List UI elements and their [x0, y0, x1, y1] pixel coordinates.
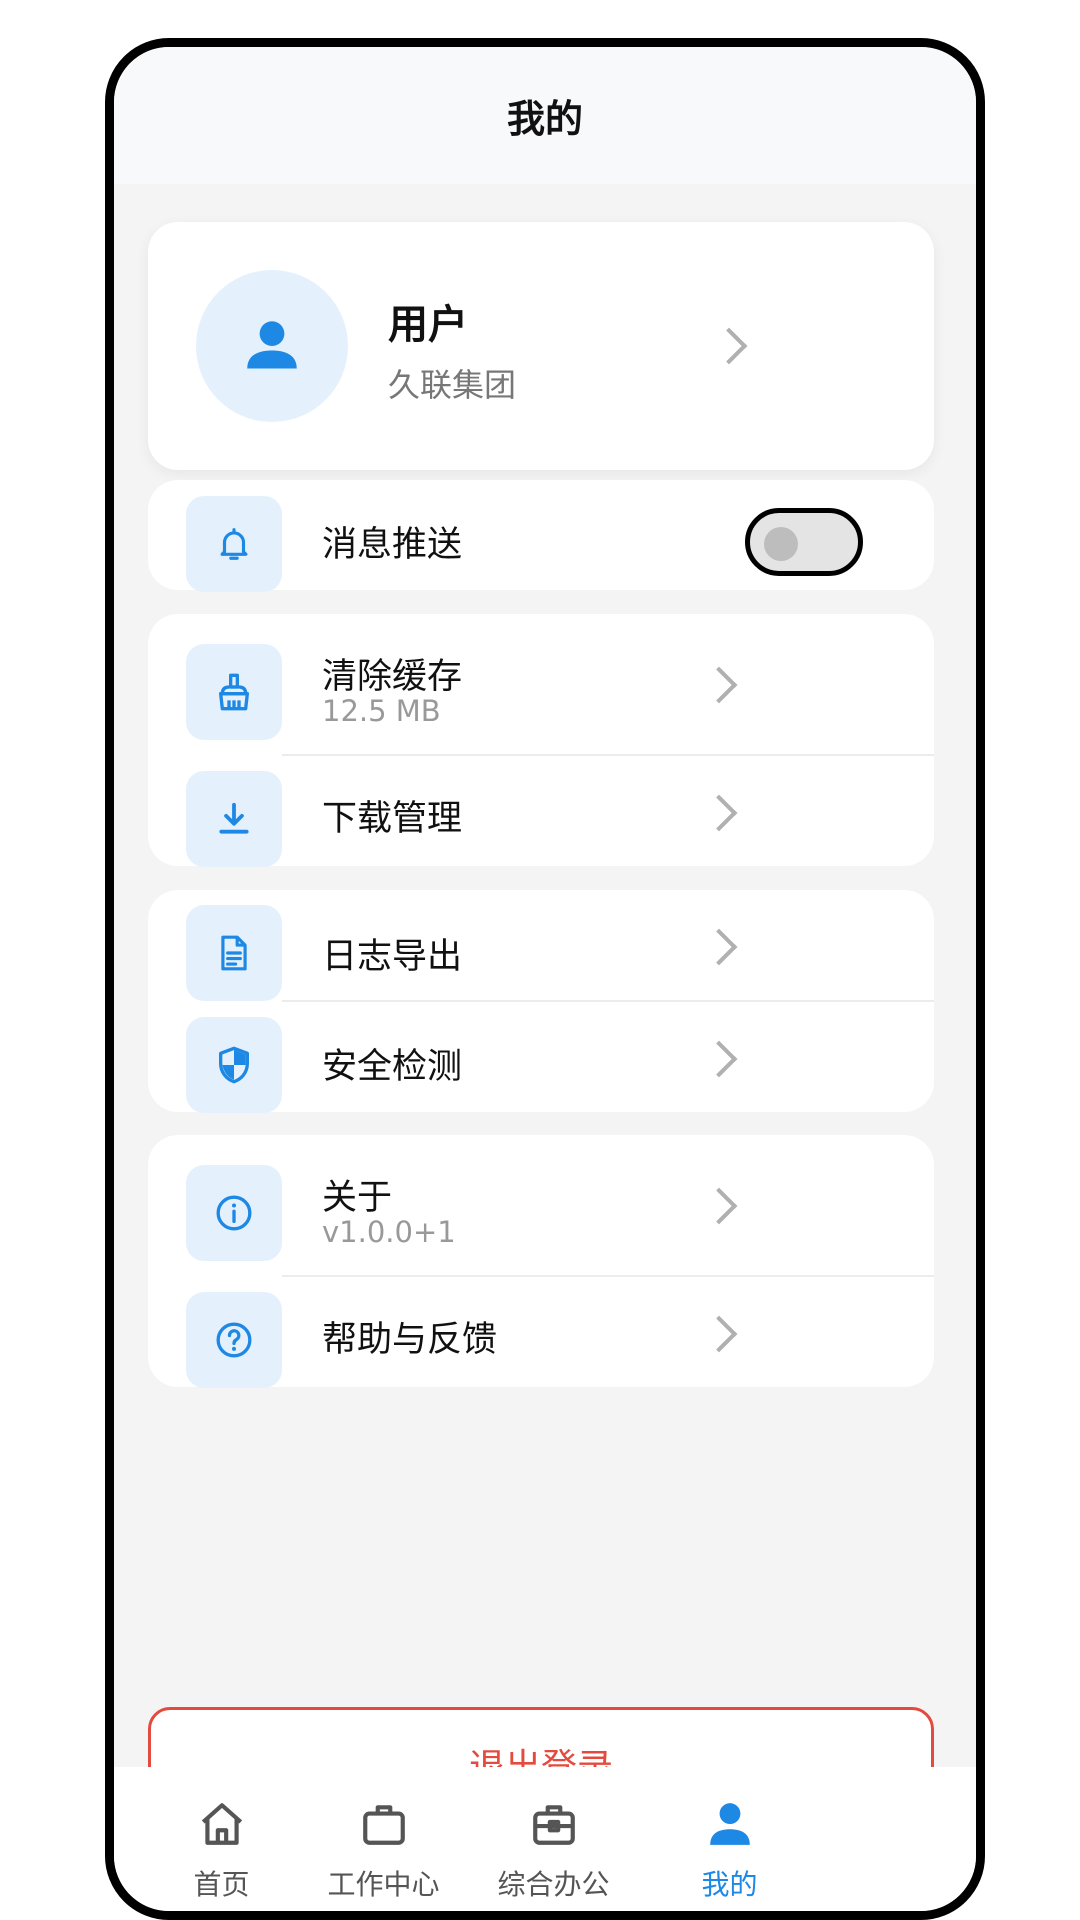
icon-box: [186, 1292, 282, 1388]
info-icon: [216, 1195, 252, 1231]
chevron-right-icon: [700, 666, 738, 704]
icon-box: [186, 771, 282, 867]
settings-label-cache: 清除缓存: [322, 657, 463, 697]
briefcase-icon: [362, 1805, 405, 1845]
settings-label-download: 下载管理: [322, 799, 463, 839]
icon-box: [186, 644, 282, 740]
tools-card: 日志导出 安全检测: [148, 890, 934, 1113]
broom-icon: [219, 673, 249, 711]
document-icon: [221, 935, 247, 971]
chevron-right-icon: [700, 1187, 738, 1225]
settings-label-push: 消息推送: [322, 525, 463, 565]
settings-label-log-export: 日志导出: [322, 937, 463, 977]
phone-frame: 我的 用户 久联集团 消息推送 清除缓存 12.5 MB 下载管理 日志导出 安…: [105, 38, 985, 1920]
icon-box: [186, 496, 282, 592]
storage-card: 清除缓存 12.5 MB 下载管理: [148, 614, 934, 867]
settings-row-log-export[interactable]: 日志导出: [148, 890, 934, 1001]
profile-card[interactable]: 用户 久联集团: [148, 222, 934, 470]
settings-row-help[interactable]: 帮助与反馈: [148, 1277, 934, 1388]
settings-row-about[interactable]: 关于 v1.0.0+1: [148, 1135, 934, 1275]
settings-row-cache[interactable]: 清除缓存 12.5 MB: [148, 614, 934, 754]
app-version: v1.0.0+1: [322, 1215, 456, 1249]
settings-row-download[interactable]: 下载管理: [148, 756, 934, 867]
bottom-tab-bar: 首页 工作中心 综合办公 我的: [114, 1767, 976, 1911]
icon-box: [186, 905, 282, 1001]
page-header: 我的: [114, 47, 976, 184]
shield-icon: [219, 1046, 249, 1084]
help-icon: [216, 1322, 252, 1358]
chevron-right-icon: [700, 794, 738, 832]
toolbox-icon: [532, 1805, 575, 1845]
chevron-right-icon: [700, 1040, 738, 1078]
profile-name: 用户: [388, 302, 468, 348]
home-icon: [201, 1803, 242, 1845]
push-toggle[interactable]: [745, 508, 863, 576]
toggle-knob: [764, 527, 798, 561]
tab-label-mine: 我的: [701, 1868, 758, 1901]
settings-row-security[interactable]: 安全检测: [148, 1002, 934, 1113]
chevron-right-icon: [700, 928, 738, 966]
chevron-right-icon: [710, 327, 748, 365]
icon-box: [186, 1165, 282, 1261]
bell-icon: [220, 528, 248, 560]
settings-label-security: 安全检测: [322, 1047, 463, 1087]
cache-size: 12.5 MB: [322, 694, 441, 728]
person-icon: [247, 321, 297, 369]
info-card: 关于 v1.0.0+1 帮助与反馈: [148, 1135, 934, 1388]
tab-mine[interactable]: 我的: [622, 1767, 837, 1911]
settings-row-push: 消息推送: [148, 480, 934, 592]
profile-org: 久联集团: [388, 366, 517, 404]
chevron-right-icon: [700, 1315, 738, 1353]
person-icon: [709, 1803, 750, 1845]
settings-label-about: 关于: [322, 1178, 393, 1218]
page-title: 我的: [506, 97, 583, 141]
avatar: [196, 270, 348, 422]
settings-label-help: 帮助与反馈: [322, 1320, 498, 1360]
icon-box: [186, 1017, 282, 1113]
push-card: 消息推送: [148, 480, 934, 592]
download-icon: [219, 802, 249, 834]
